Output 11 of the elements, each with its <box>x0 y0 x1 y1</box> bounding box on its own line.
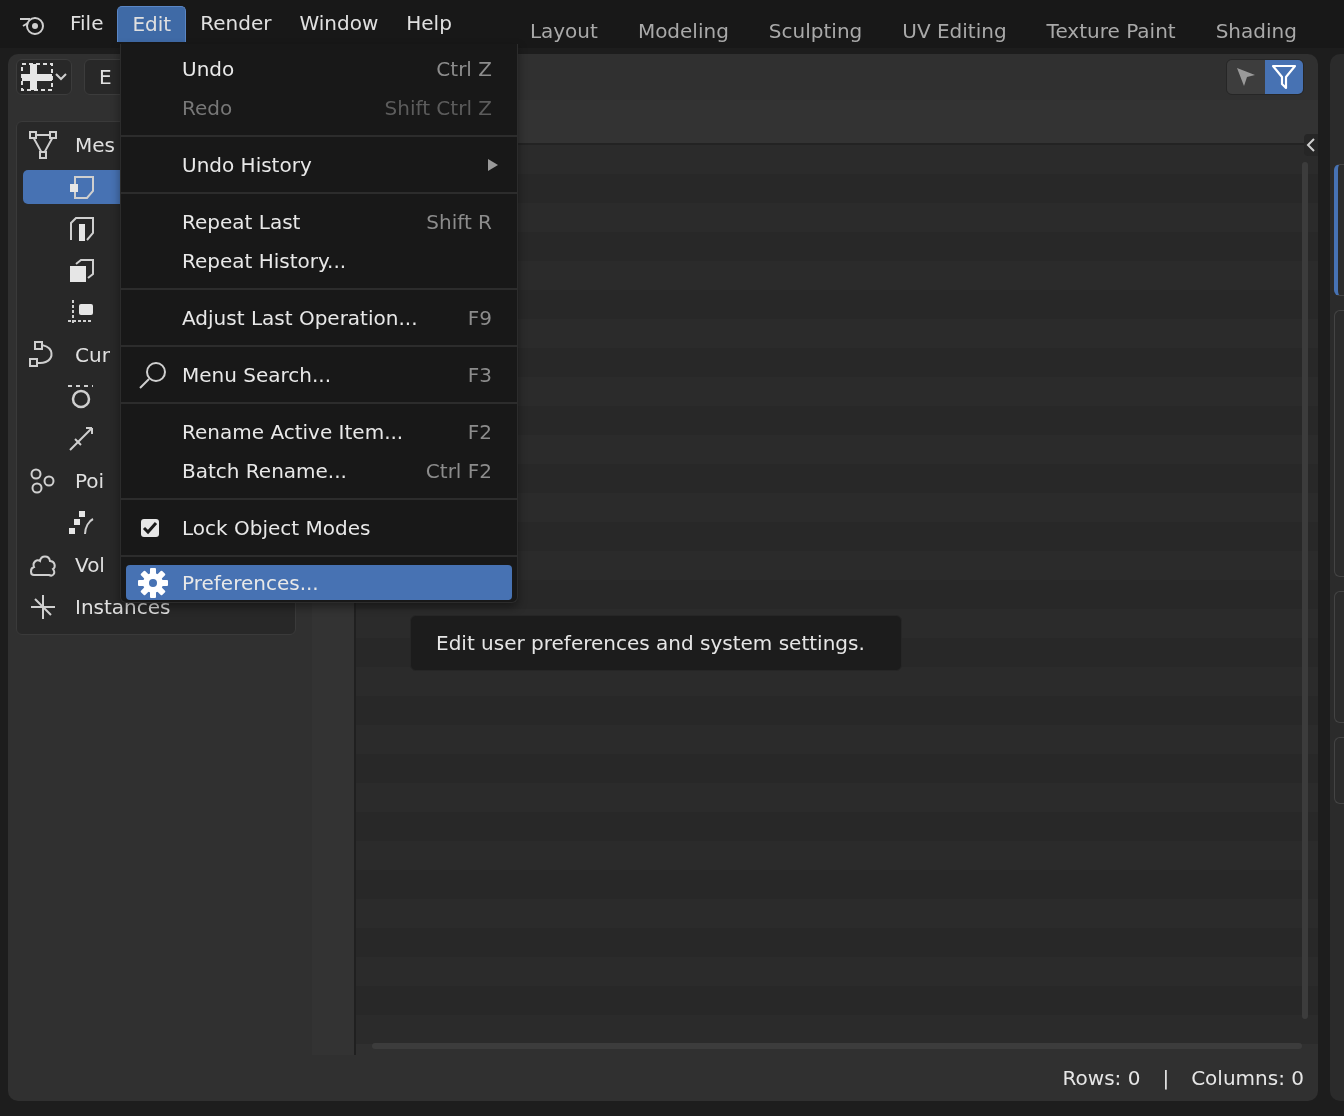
shortcut-label: F2 <box>467 419 492 444</box>
shortcut-label: F9 <box>467 305 492 330</box>
column-count: Columns: 0 <box>1191 1066 1304 1090</box>
separator-label: | <box>1162 1066 1170 1090</box>
tooltip: Edit user preferences and system settings. <box>410 615 902 671</box>
shortcut-label: Ctrl F2 <box>425 458 492 483</box>
shortcut-label: Shift R <box>426 209 492 234</box>
shortcut-label: Ctrl Z <box>436 56 492 81</box>
shortcut-label: F3 <box>467 362 492 387</box>
shortcut-label: Shift Ctrl Z <box>384 95 492 120</box>
row-count: Rows: 0 <box>1062 1066 1141 1090</box>
